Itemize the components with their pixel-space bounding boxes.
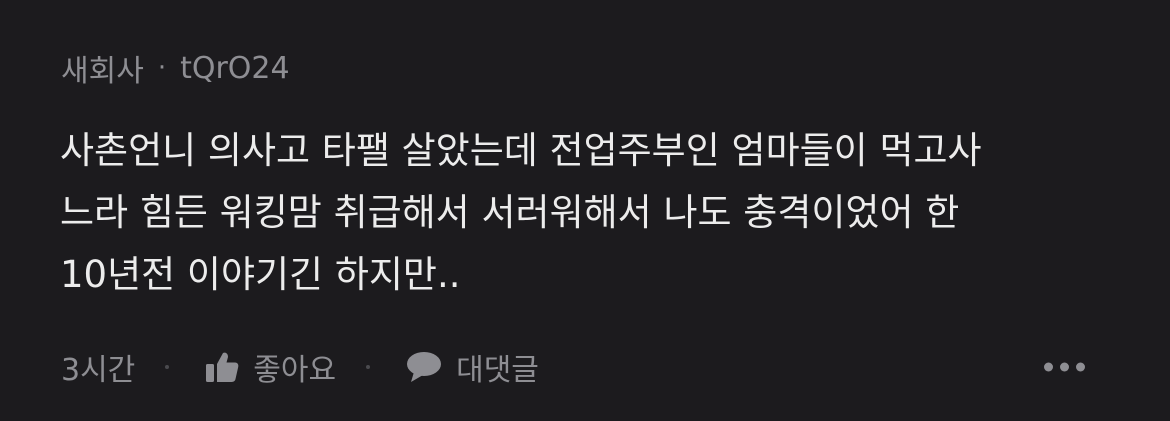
more-dots-icon: [1044, 362, 1053, 372]
more-dots-icon: [1076, 362, 1085, 372]
like-button[interactable]: 좋아요: [205, 345, 336, 389]
comment-text: 사촌언니 의사고 타팰 살았는데 전업주부인 엄마들이 먹고사 느라 힘든 워킹…: [60, 129, 982, 296]
author-company[interactable]: 새회사: [61, 46, 144, 90]
reply-button[interactable]: 대댓글: [406, 345, 539, 389]
author-name[interactable]: tQrO24: [180, 51, 290, 86]
more-options-button[interactable]: [1044, 362, 1085, 372]
action-separator: [165, 365, 170, 369]
meta-separator: ·: [157, 53, 167, 83]
action-separator: [366, 365, 371, 369]
like-label: 좋아요: [253, 353, 337, 388]
thumbs-up-icon: [206, 352, 239, 382]
speech-bubble-icon: [407, 352, 442, 382]
reply-label: 대댓글: [456, 353, 539, 388]
comment-card: 새회사 · tQrO24 사촌언니 의사고 타팰 살았는데 전업주부인 엄마들이…: [0, 0, 1170, 421]
comment-time: 3시간: [61, 353, 136, 388]
comment-meta: 새회사 · tQrO24: [61, 46, 290, 90]
more-dots-icon: [1060, 362, 1069, 372]
comment-actions: 3시간 좋아요 대댓글: [61, 342, 1101, 392]
